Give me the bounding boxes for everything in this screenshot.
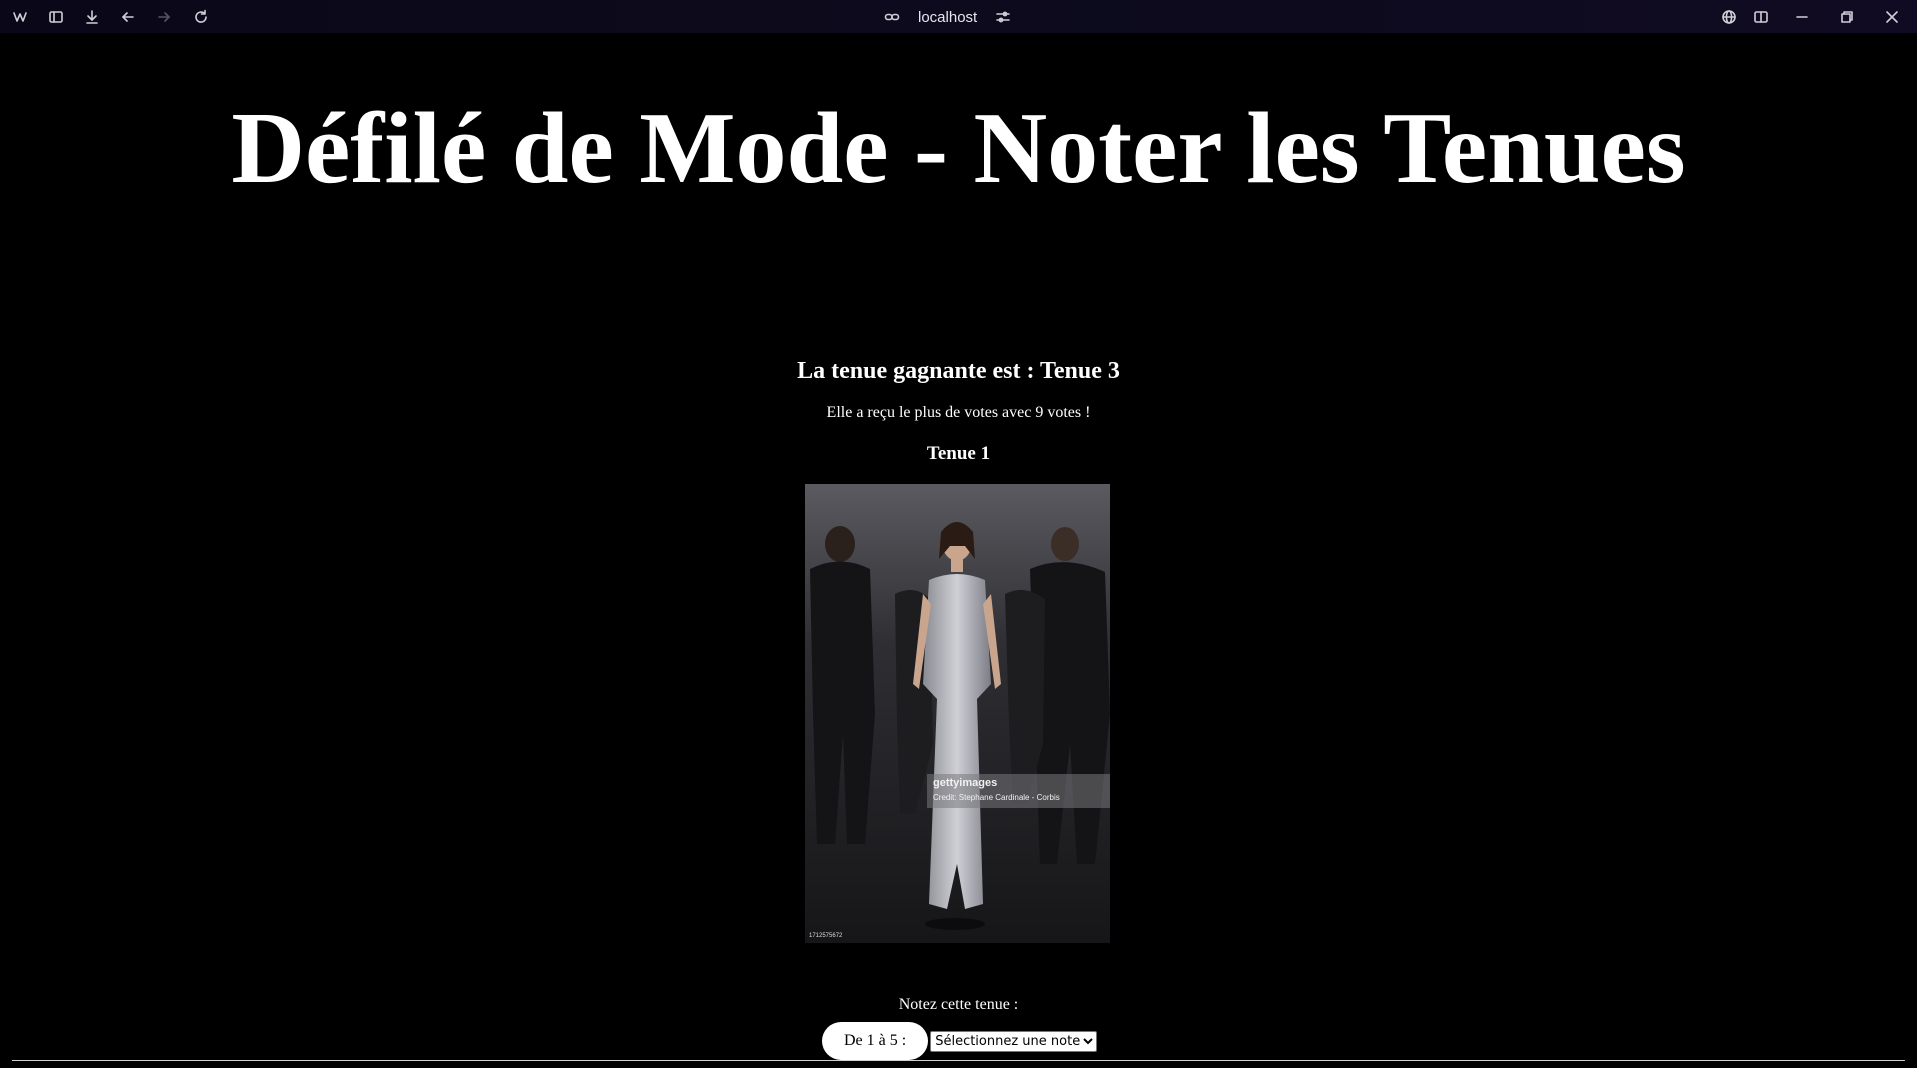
address-bar[interactable]: localhost: [880, 5, 1015, 29]
winner-votes-text: Elle a reçu le plus de votes avec 9 vote…: [826, 404, 1091, 421]
divider: [12, 1060, 1905, 1061]
rating-select[interactable]: Sélectionnez une note: [930, 1030, 1098, 1052]
watermark: gettyimages Credit: Stephane Cardinale -…: [927, 774, 1110, 808]
site-settings-icon[interactable]: [991, 5, 1015, 29]
browser-logo-icon[interactable]: [8, 5, 32, 29]
outfit-title: Tenue 1: [926, 443, 991, 464]
watermark-credit: Credit: Stephane Cardinale - Corbis: [933, 793, 1060, 802]
close-icon[interactable]: [1880, 5, 1904, 29]
runway-illustration: [805, 484, 1110, 943]
rating-form: De 1 à 5 : Sélectionnez une note: [822, 1022, 1098, 1060]
download-icon[interactable]: [80, 5, 104, 29]
rating-range-label: De 1 à 5 :: [822, 1022, 929, 1060]
forward-arrow-icon[interactable]: [152, 5, 176, 29]
globe-icon[interactable]: [1717, 5, 1741, 29]
back-arrow-icon[interactable]: [116, 5, 140, 29]
browser-toolbar: localhost: [0, 0, 1917, 33]
restore-icon[interactable]: [1835, 5, 1859, 29]
winner-heading: La tenue gagnante est : Tenue 3: [797, 358, 1120, 384]
page-title: Défilé de Mode - Noter les Tenues: [231, 92, 1686, 205]
url-text[interactable]: localhost: [918, 9, 977, 26]
rate-label: Notez cette tenue :: [898, 996, 1019, 1013]
split-view-icon[interactable]: [1749, 5, 1773, 29]
outfit-photo: gettyimages Credit: Stephane Cardinale -…: [805, 484, 1110, 943]
minimize-icon[interactable]: [1790, 5, 1814, 29]
reload-icon[interactable]: [189, 5, 213, 29]
watermark-brand: gettyimages: [933, 777, 998, 789]
link-icon: [880, 5, 904, 29]
photo-id: 1712575672: [809, 933, 843, 939]
sidebar-toggle-icon[interactable]: [44, 5, 68, 29]
